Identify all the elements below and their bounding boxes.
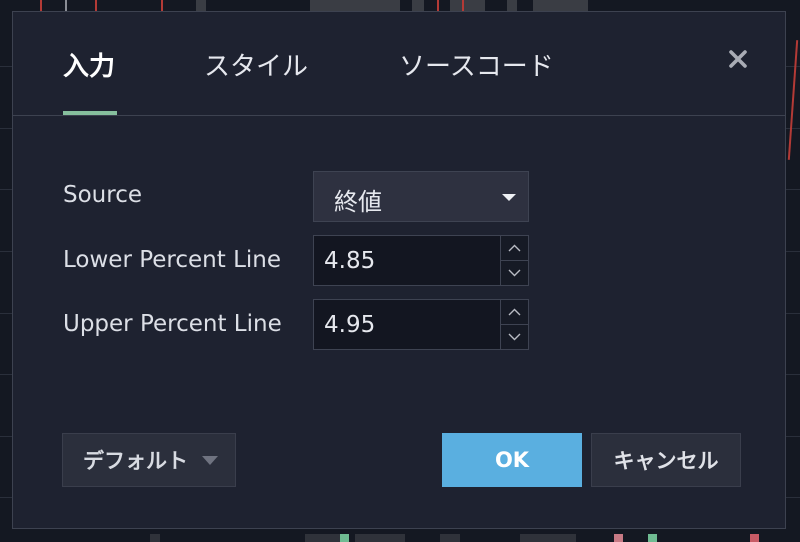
- upper-percent-line-stepper: [313, 299, 529, 350]
- chart-band: [520, 534, 576, 542]
- chevron-down-icon: [508, 333, 521, 341]
- source-select[interactable]: 終値: [313, 171, 529, 222]
- lower-percent-line-label: Lower Percent Line: [63, 247, 281, 273]
- chart-band: [150, 534, 160, 542]
- candle-body: [750, 534, 759, 542]
- chevron-up-icon: [508, 244, 521, 252]
- candle-wick: [787, 40, 799, 160]
- tab-style[interactable]: スタイル: [204, 46, 308, 83]
- active-tab-indicator: [63, 111, 117, 115]
- tab-bar: 入力 スタイル ソースコード: [13, 12, 785, 116]
- candle-body: [614, 534, 623, 542]
- chart-band: [305, 534, 345, 542]
- indicator-settings-dialog: 入力 スタイル ソースコード Source 終値 Lower Percent L…: [12, 11, 786, 529]
- ok-button[interactable]: OK: [442, 433, 582, 487]
- source-select-value: 終値: [334, 188, 382, 216]
- upper-increment-button[interactable]: [501, 300, 528, 325]
- lower-increment-button[interactable]: [501, 236, 528, 261]
- candle-body: [648, 534, 657, 542]
- defaults-dropdown-button[interactable]: デフォルト: [62, 433, 236, 487]
- chart-band: [355, 534, 405, 542]
- candle-body: [340, 534, 349, 542]
- upper-percent-line-input[interactable]: [314, 300, 501, 349]
- lower-percent-line-stepper: [313, 235, 529, 286]
- tab-inputs[interactable]: 入力: [63, 46, 115, 83]
- defaults-label: デフォルト: [83, 449, 188, 473]
- lower-decrement-button[interactable]: [501, 261, 528, 285]
- caret-down-icon: [502, 194, 516, 201]
- source-label: Source: [63, 182, 142, 208]
- caret-down-icon: [202, 455, 218, 465]
- chevron-down-icon: [508, 269, 521, 277]
- chart-band: [440, 534, 460, 542]
- upper-percent-line-label: Upper Percent Line: [63, 311, 282, 337]
- chevron-up-icon: [508, 308, 521, 316]
- lower-percent-line-input[interactable]: [314, 236, 501, 285]
- close-icon: [729, 50, 747, 68]
- close-button[interactable]: [727, 48, 749, 70]
- tab-source-code[interactable]: ソースコード: [399, 46, 554, 83]
- upper-decrement-button[interactable]: [501, 325, 528, 349]
- cancel-button[interactable]: キャンセル: [591, 433, 741, 487]
